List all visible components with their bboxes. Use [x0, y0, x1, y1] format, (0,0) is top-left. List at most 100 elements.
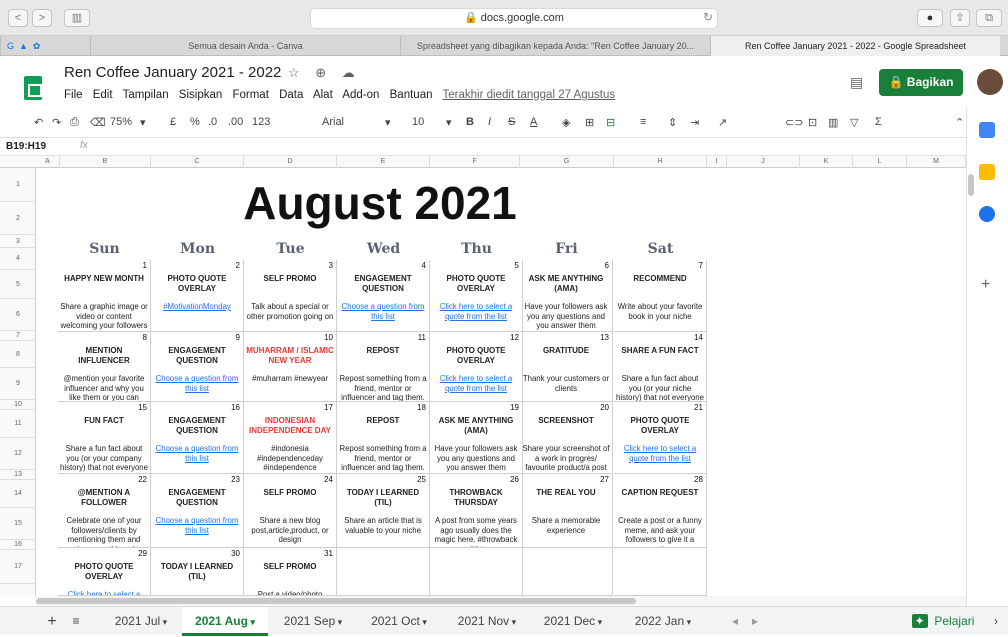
row-header[interactable]: 5 — [0, 270, 36, 299]
chevron-down-icon[interactable]: ▾ — [509, 617, 517, 627]
row-header[interactable]: 7 — [0, 331, 36, 341]
calendar-day-cell[interactable]: 28 CAPTION REQUEST Create a post or a funn… — [614, 474, 707, 548]
row-header[interactable]: 6 — [0, 299, 36, 331]
column-header[interactable]: K — [800, 156, 853, 168]
italic-button[interactable]: I — [488, 116, 491, 128]
sheets-logo-icon[interactable] — [24, 76, 42, 100]
borders-icon[interactable]: ⊞ — [585, 116, 594, 129]
calendar-day-cell[interactable]: 9 ENGAGEMENT QUESTION Choose a question fr… — [151, 332, 244, 402]
filter-icon[interactable]: ▽ — [850, 116, 858, 129]
calendar-day-cell[interactable]: 20 SCREENSHOT Share your screenshot of a w… — [520, 402, 613, 474]
strikethrough-button[interactable]: S — [508, 116, 515, 128]
row-header[interactable]: 11 — [0, 410, 36, 438]
calendar-day-cell[interactable]: 17 INDONESIAN INDEPENDENCE DAY #indonesia … — [244, 402, 337, 474]
forward-button[interactable]: > — [32, 9, 52, 27]
day-link[interactable]: Click here to select a quote from the li… — [432, 302, 520, 321]
calendar-day-cell[interactable]: 4 ENGAGEMENT QUESTION Choose a question fr… — [337, 260, 430, 332]
calendar-day-cell[interactable]: 3 SELF PROMO Talk about a special or other… — [244, 260, 337, 332]
currency-button[interactable]: £ — [170, 116, 176, 128]
rotate-icon[interactable]: ↗ — [718, 116, 727, 129]
menu-insert[interactable]: Sisipkan — [179, 89, 222, 101]
calendar-day-cell[interactable]: 26 THROWBACK THURSDAY A post from some yea… — [430, 474, 523, 548]
functions-icon[interactable]: Σ — [875, 116, 882, 128]
calendar-day-cell[interactable] — [520, 548, 613, 596]
sheet-tab[interactable]: 2021 Oct ▾ — [356, 607, 442, 636]
row-header[interactable]: 15 — [0, 508, 36, 540]
sheet-tab[interactable]: 2021 Dec ▾ — [530, 607, 616, 636]
chevron-down-icon[interactable]: ▾ — [595, 617, 603, 627]
wrap-icon[interactable]: ⇥ — [690, 116, 699, 129]
sheet-tab[interactable]: 2022 Jan ▾ — [620, 607, 706, 636]
row-header[interactable]: 8 — [0, 341, 36, 368]
address-bar[interactable]: 🔒 docs.google.com — [310, 8, 718, 29]
menu-data[interactable]: Data — [279, 89, 303, 101]
day-link[interactable]: Choose a question from this list — [153, 444, 241, 463]
comment-insert-icon[interactable]: ⊡ — [808, 116, 817, 129]
chevron-down-icon[interactable]: ▾ — [446, 116, 452, 129]
calendar-day-cell[interactable]: 15 FUN FACT Share a fun fact about you (or… — [58, 402, 151, 474]
calendar-day-cell[interactable]: 30 TODAY I LEARNED (TIL) — [151, 548, 244, 596]
column-header[interactable]: D — [244, 156, 337, 168]
shield-icon[interactable]: ● — [917, 9, 943, 27]
sheet-tab[interactable]: 2021 Nov ▾ — [444, 607, 530, 636]
star-icon[interactable]: ☆ ⊕ ☁ — [288, 65, 361, 81]
browser-tab-active[interactable]: Ren Coffee January 2021 - 2022 - Google … — [710, 36, 1000, 56]
calendar-day-cell[interactable]: 16 ENGAGEMENT QUESTION Choose a question f… — [151, 402, 244, 474]
menu-file[interactable]: File — [64, 89, 83, 101]
increase-decimal-button[interactable]: .00 — [228, 116, 243, 128]
comment-icon[interactable]: ▤ — [850, 74, 863, 91]
add-on-plus-icon[interactable]: + — [981, 276, 990, 294]
undo-icon[interactable]: ↶ — [34, 116, 43, 129]
calendar-day-cell[interactable]: 5 PHOTO QUOTE OVERLAY Click here to select… — [430, 260, 523, 332]
share-button[interactable]: 🔒 Bagikan — [879, 69, 963, 96]
text-color-button[interactable]: A — [530, 116, 537, 128]
column-header[interactable]: J — [727, 156, 800, 168]
calendar-day-cell[interactable]: 24 SELF PROMO Share a new blog post,articl… — [244, 474, 337, 548]
print-icon[interactable]: ⎙ — [70, 116, 79, 129]
zoom-select[interactable]: 75% — [110, 116, 132, 128]
tabs-overview-icon[interactable]: ⧉ — [976, 9, 1002, 27]
reload-icon[interactable]: ↻ — [703, 10, 713, 24]
chevron-down-icon[interactable]: ▾ — [684, 617, 692, 627]
percent-button[interactable]: % — [190, 116, 200, 128]
paint-format-icon[interactable]: ⌫ — [90, 116, 106, 129]
keep-icon[interactable] — [979, 164, 995, 180]
day-link[interactable]: Click here to select a quote from the li… — [616, 444, 704, 463]
day-link[interactable]: Click here to select a quote from the li… — [432, 374, 520, 393]
all-sheets-icon[interactable]: ≡ — [66, 607, 86, 636]
calendar-day-cell[interactable]: 11 REPOST Repost something from a friend, … — [337, 332, 430, 402]
menu-help[interactable]: Bantuan — [390, 89, 433, 101]
day-link[interactable]: Choose a question from this list — [339, 302, 427, 321]
link-icon[interactable]: ⊂⊃ — [785, 116, 803, 129]
add-sheet-icon[interactable]: + — [42, 607, 62, 636]
menu-format[interactable]: Format — [232, 89, 268, 101]
day-link[interactable]: Choose a question from this list — [153, 374, 241, 393]
spreadsheet-grid[interactable]: ABCDEFGHIJKLM 1 2 3 4 5 6 7 8 9 10 11 12 13 14 15 16 17 … — [0, 156, 966, 596]
collapse-icon[interactable]: ⌃ — [955, 116, 964, 129]
menu-edit[interactable]: Edit — [93, 89, 113, 101]
redo-icon[interactable]: ↷ — [52, 116, 61, 129]
sheet-tab[interactable]: 2021 Sep ▾ — [270, 607, 356, 636]
scroll-thumb[interactable] — [36, 598, 636, 604]
column-header[interactable]: A — [36, 156, 60, 168]
valign-icon[interactable]: ⇕ — [668, 116, 677, 129]
browser-tab[interactable]: Semua desain Anda - Canva — [90, 36, 400, 56]
row-header[interactable]: 13 — [0, 470, 36, 480]
fill-color-icon[interactable]: ◈ — [562, 116, 570, 129]
menu-tools[interactable]: Alat — [313, 89, 333, 101]
calendar-day-cell[interactable]: 22 @MENTION A FOLLOWER Celebrate one of yo… — [58, 474, 151, 548]
calendar-day-cell[interactable]: 14 SHARE A FUN FACT Share a fun fact about… — [614, 332, 707, 402]
merge-cells-icon[interactable]: ⊟ — [606, 116, 615, 129]
calendar-day-cell[interactable]: 13 GRATITUDE Thank your customers or clien… — [520, 332, 613, 402]
document-title[interactable]: Ren Coffee January 2021 - 2022 — [64, 64, 281, 81]
decrease-decimal-button[interactable]: .0 — [208, 116, 217, 128]
chart-icon[interactable]: ▥ — [828, 116, 838, 129]
share-icon[interactable]: ⇧ — [950, 9, 970, 27]
calendar-day-cell[interactable]: 23 ENGAGEMENT QUESTION Choose a question f… — [151, 474, 244, 548]
chevron-down-icon[interactable]: ▾ — [385, 116, 391, 129]
calendar-day-cell[interactable] — [337, 548, 430, 596]
back-button[interactable]: < — [8, 9, 28, 27]
calendar-day-cell[interactable]: 19 ASK ME ANYTHING (AMA) Have your followe… — [430, 402, 523, 474]
column-header[interactable]: F — [430, 156, 520, 168]
last-edit-link[interactable]: Terakhir diedit tanggal 27 Agustus — [443, 89, 616, 101]
